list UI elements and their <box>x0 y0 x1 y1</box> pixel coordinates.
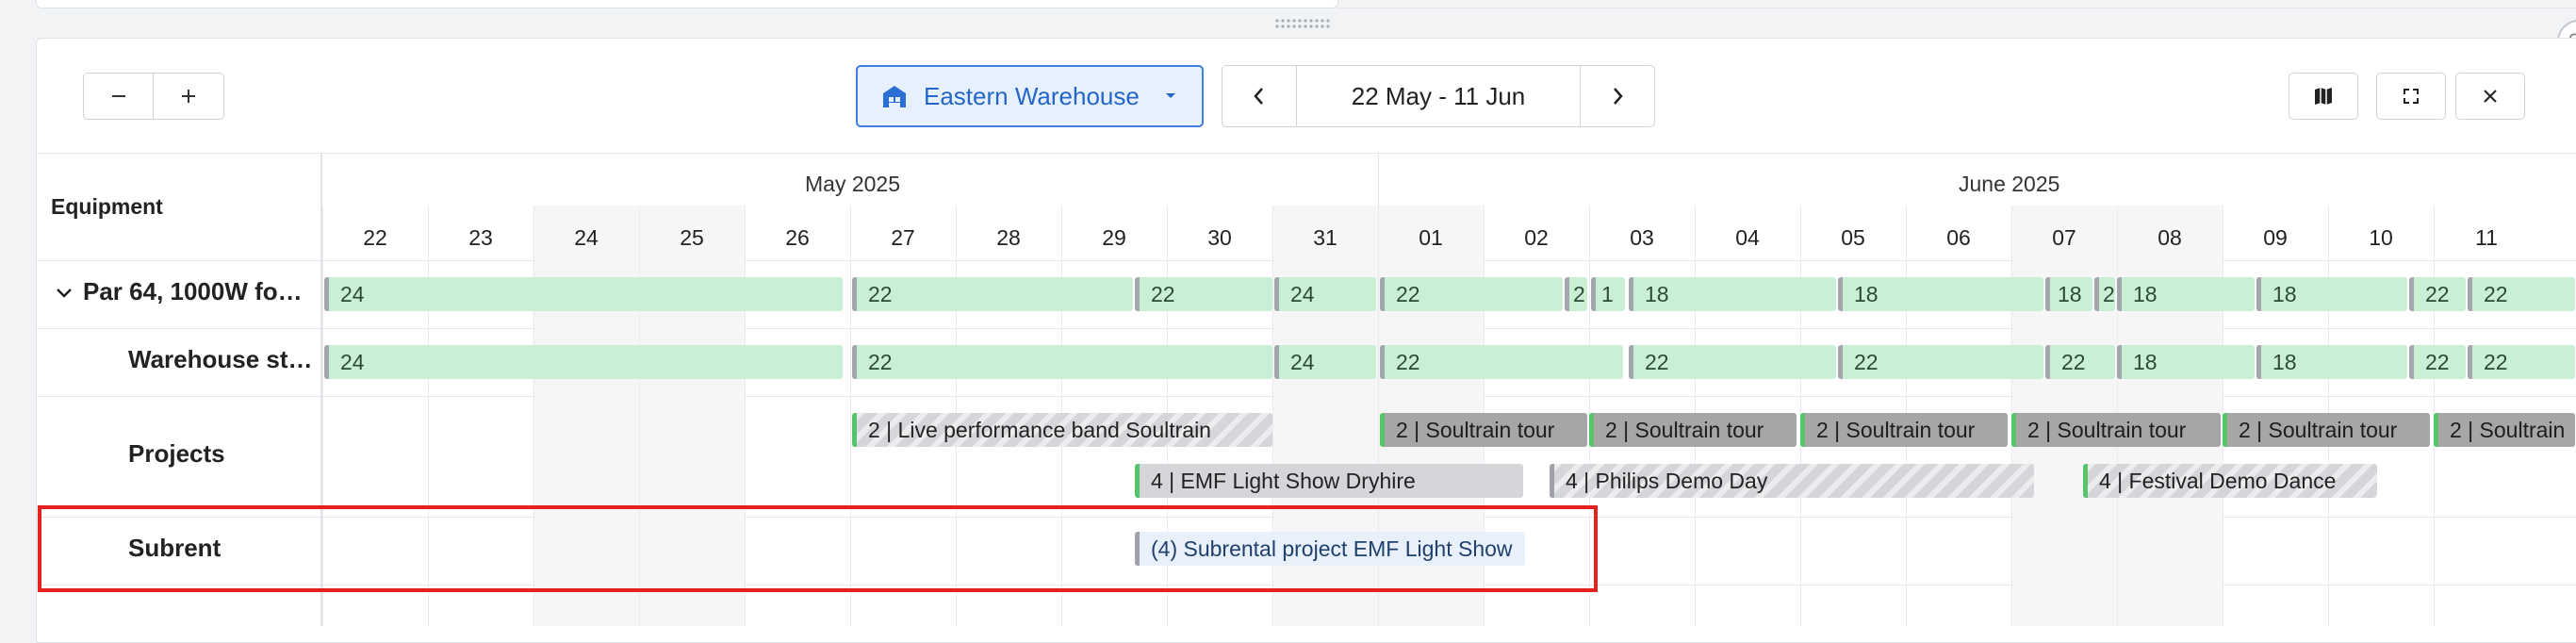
map-button[interactable] <box>2289 73 2358 120</box>
next-range-button[interactable] <box>1580 65 1655 127</box>
warehouse-availability-bar[interactable]: 18 <box>2117 345 2255 379</box>
warehouse-availability-bar[interactable]: 18 <box>2256 345 2407 379</box>
subrent-bar[interactable]: (4) Subrental project EMF Light Show <box>1135 532 1525 566</box>
zoom-in-button[interactable] <box>154 73 224 120</box>
day-label: 06 <box>1946 225 1971 250</box>
project-bar[interactable]: 4 | EMF Light Show Dryhire <box>1135 464 1523 498</box>
warehouse-select[interactable]: Eastern Warehouse <box>856 65 1204 127</box>
project-bar[interactable]: 2 | Soultrain tour <box>2223 413 2430 447</box>
availability-bar[interactable]: 18 <box>1629 277 1836 311</box>
availability-bar[interactable]: 22 <box>1380 277 1563 311</box>
close-button[interactable] <box>2455 73 2525 120</box>
day-label: 31 <box>1313 225 1337 250</box>
map-icon <box>2315 88 2332 105</box>
warehouse-availability-bar[interactable]: 24 <box>324 345 843 379</box>
month-label-june: June 2025 <box>1959 172 2060 196</box>
project-bar[interactable]: 2 | Soultrain tour <box>1380 413 1587 447</box>
zoom-controls <box>83 73 224 120</box>
date-range-label[interactable]: 22 May - 11 Jun <box>1297 65 1580 127</box>
equipment-row-toggle[interactable]: Par 64, 1000W fo… <box>55 277 303 306</box>
warehouse-availability-bar[interactable]: 24 <box>1274 345 1376 379</box>
availability-bar[interactable]: 22 <box>2468 277 2575 311</box>
day-column <box>322 206 428 626</box>
day-label: 07 <box>2052 225 2076 250</box>
day-label: 10 <box>2369 225 2393 250</box>
day-label: 27 <box>891 225 915 250</box>
warehouse-availability-bar[interactable]: 22 <box>1838 345 2043 379</box>
minus-icon <box>111 95 125 97</box>
day-label: 22 <box>363 225 387 250</box>
day-label: 02 <box>1524 225 1549 250</box>
day-label: 04 <box>1735 225 1760 250</box>
timeline-grid: Equipment May 2025 June 2025 22 23 24 25… <box>36 153 2576 626</box>
day-label: 11 <box>2475 225 2498 250</box>
previous-range-button[interactable] <box>1222 65 1297 127</box>
availability-bar[interactable]: 2 <box>2094 277 2115 311</box>
day-label: 25 <box>680 225 704 250</box>
plus-icon <box>182 90 195 103</box>
day-label: 30 <box>1207 225 1232 250</box>
day-label: 26 <box>785 225 810 250</box>
fullscreen-icon <box>2404 89 2419 104</box>
warehouse-label: Eastern Warehouse <box>924 81 1140 110</box>
day-label: 08 <box>2158 225 2182 250</box>
project-bar[interactable]: 2 | Soultrain tour <box>2011 413 2221 447</box>
day-label: 09 <box>2263 225 2288 250</box>
projects-row-label: Projects <box>128 439 225 468</box>
day-label: 23 <box>468 225 493 250</box>
warehouse-availability-bar[interactable]: 22 <box>852 345 1272 379</box>
day-label: 28 <box>996 225 1021 250</box>
warehouse-availability-bar[interactable]: 22 <box>1380 345 1623 379</box>
warehouse-row-label: Warehouse st… <box>128 345 313 373</box>
day-column <box>428 206 533 626</box>
fullscreen-button[interactable] <box>2376 73 2446 120</box>
equipment-header: Equipment <box>51 194 163 219</box>
availability-bar[interactable]: 24 <box>1274 277 1376 311</box>
project-bar[interactable]: 4 | Festival Demo Dance <box>2083 464 2377 498</box>
day-label: 01 <box>1419 225 1443 250</box>
upper-panel-edge <box>36 0 1338 8</box>
availability-bar[interactable]: 18 <box>1838 277 2043 311</box>
day-column <box>745 206 850 626</box>
availability-bar[interactable]: 24 <box>324 277 843 311</box>
chevron-down-icon <box>1165 93 1175 98</box>
subrent-row-label: Subrent <box>128 534 222 562</box>
warehouse-icon <box>883 86 906 107</box>
day-label: 03 <box>1630 225 1654 250</box>
availability-bar[interactable]: 2 <box>1565 277 1587 311</box>
month-label-may: May 2025 <box>805 172 901 196</box>
availability-bar[interactable]: 18 <box>2117 277 2255 311</box>
availability-bar[interactable]: 22 <box>2409 277 2466 311</box>
availability-bar[interactable]: 22 <box>852 277 1133 311</box>
project-bar[interactable]: 2 | Soultrain <box>2434 413 2575 447</box>
availability-bar[interactable]: 1 <box>1591 277 1625 311</box>
day-label: 05 <box>1841 225 1865 250</box>
day-column <box>533 206 639 626</box>
date-navigator: 22 May - 11 Jun <box>1222 65 1655 127</box>
close-icon <box>2484 90 2497 103</box>
warehouse-availability-bar[interactable]: 22 <box>2045 345 2115 379</box>
equipment-name: Par 64, 1000W fo… <box>83 277 303 305</box>
day-label: 29 <box>1102 225 1126 250</box>
availability-bar[interactable]: 18 <box>2045 277 2092 311</box>
project-bar[interactable]: 4 | Philips Demo Day <box>1550 464 2034 498</box>
warehouse-availability-bar[interactable]: 22 <box>2468 345 2575 379</box>
resize-handle[interactable] <box>1274 18 1331 29</box>
day-column <box>639 206 745 626</box>
availability-bar[interactable]: 22 <box>1135 277 1272 311</box>
day-label: 24 <box>574 225 599 250</box>
upper-area-edge <box>1338 0 2576 8</box>
chevron-down-icon <box>57 289 72 298</box>
project-bar[interactable]: 2 | Soultrain tour <box>1589 413 1797 447</box>
chevron-left-icon <box>1254 88 1263 105</box>
warehouse-availability-bar[interactable]: 22 <box>1629 345 1836 379</box>
project-bar[interactable]: 2 | Soultrain tour <box>1800 413 2008 447</box>
zoom-out-button[interactable] <box>83 73 154 120</box>
warehouse-availability-bar[interactable]: 22 <box>2409 345 2466 379</box>
chevron-right-icon <box>1614 88 1623 105</box>
availability-bar[interactable]: 18 <box>2256 277 2407 311</box>
project-bar[interactable]: 2 | Live performance band Soultrain <box>852 413 1272 447</box>
